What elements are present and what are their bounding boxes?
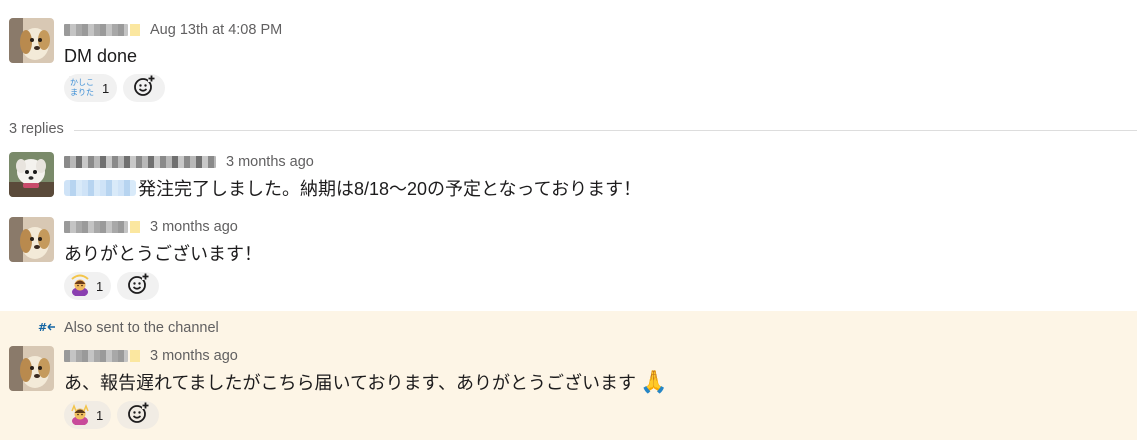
kashikomarimashita-emoji-icon: かしこ まりた xyxy=(69,75,97,101)
message-text-row: 発注完了しました。納期は8/18〜20の予定となっております！ xyxy=(64,176,641,200)
reactions-bar: 1 xyxy=(64,401,160,429)
reaction-woman-gesturing-ok[interactable]: 1 xyxy=(64,272,112,300)
replies-count-label: 3 replies xyxy=(9,121,64,137)
name-decoration xyxy=(130,221,140,233)
message-meta: 3 months ago xyxy=(64,218,238,236)
user-avatar[interactable] xyxy=(9,346,54,391)
user-avatar[interactable] xyxy=(9,18,54,63)
divider-line xyxy=(73,129,1137,131)
message-meta: 3 months ago xyxy=(64,347,238,365)
message-timestamp[interactable]: Aug 13th at 4:08 PM xyxy=(150,22,282,38)
svg-text:#: # xyxy=(38,321,47,333)
name-decoration xyxy=(130,24,140,36)
reaction-count: 1 xyxy=(96,407,104,423)
message-text-row: あ、報告遅れてましたがこちら届いております、ありがとうございます 🙏 xyxy=(64,369,667,395)
message-text: あ、報告遅れてましたがこちら届いております、ありがとうございます xyxy=(64,373,637,393)
name-decoration xyxy=(130,350,140,362)
sender-name-blurred[interactable] xyxy=(64,156,216,168)
user-mention-blurred[interactable] xyxy=(64,180,136,196)
add-reaction-button[interactable] xyxy=(117,401,160,429)
user-avatar[interactable] xyxy=(9,217,54,262)
add-reaction-icon xyxy=(127,272,150,300)
sender-name-blurred[interactable] xyxy=(64,221,128,233)
message-text: DM done xyxy=(64,45,138,66)
reaction-count: 1 xyxy=(102,80,110,96)
message-text: ありがとうございます！ xyxy=(64,244,262,264)
user-avatar[interactable] xyxy=(9,152,54,197)
replies-divider: 3 replies xyxy=(0,118,1137,140)
message-timestamp[interactable]: 3 months ago xyxy=(150,348,238,364)
reactions-bar: 1 xyxy=(64,272,160,300)
sender-name-blurred[interactable] xyxy=(64,24,128,36)
reaction-celebrating-person[interactable]: 1 xyxy=(64,401,112,429)
svg-text:まりた: まりた xyxy=(70,88,94,97)
add-reaction-button[interactable] xyxy=(123,74,166,102)
message-text: 発注完了しました。納期は8/18〜20の予定となっております！ xyxy=(138,179,642,199)
also-sent-to-channel-note[interactable]: # Also sent to the channel xyxy=(38,320,219,336)
folded-hands-emoji: 🙏 xyxy=(640,369,668,394)
channel-note-label: Also sent to the channel xyxy=(64,320,219,336)
add-reaction-button[interactable] xyxy=(117,272,160,300)
sender-name-blurred[interactable] xyxy=(64,350,128,362)
reaction-count: 1 xyxy=(96,278,104,294)
reactions-bar: かしこ まりた 1 xyxy=(64,74,166,102)
reaction-kashikomari[interactable]: かしこ まりた 1 xyxy=(64,74,118,102)
woman-gesturing-ok-emoji-icon xyxy=(69,274,91,299)
svg-text:かしこ: かしこ xyxy=(70,78,94,87)
add-reaction-icon xyxy=(133,74,156,102)
message-meta: 3 months ago xyxy=(64,153,314,171)
message-meta: Aug 13th at 4:08 PM xyxy=(64,21,282,39)
celebrating-person-emoji-icon xyxy=(69,403,91,428)
message-timestamp[interactable]: 3 months ago xyxy=(150,219,238,235)
add-reaction-icon xyxy=(127,401,150,429)
channel-share-icon: # xyxy=(38,321,58,336)
message-timestamp[interactable]: 3 months ago xyxy=(226,154,314,170)
